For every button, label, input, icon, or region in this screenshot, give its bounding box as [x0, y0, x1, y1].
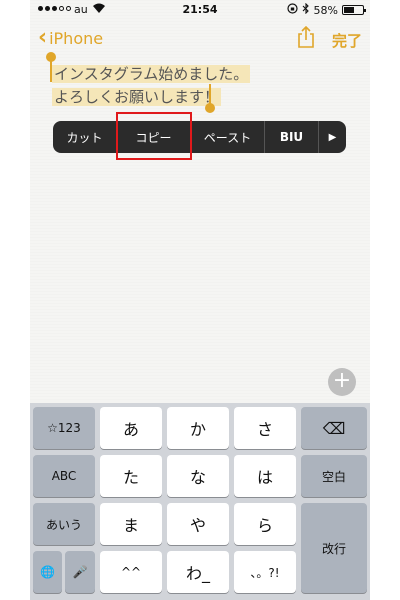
back-button[interactable]: ‹ iPhone: [38, 25, 104, 50]
key-sa[interactable]: さ: [234, 407, 296, 449]
key-hiragana[interactable]: あいう: [33, 503, 95, 545]
orientation-lock-icon: [286, 3, 298, 17]
selection-end-handle[interactable]: [205, 84, 215, 113]
key-return[interactable]: 改行: [301, 503, 367, 593]
done-button[interactable]: 完了: [332, 30, 362, 51]
key-punctuation[interactable]: 、。?!: [234, 551, 296, 593]
status-bar: au 21:54 58%: [30, 0, 370, 20]
share-icon[interactable]: [296, 25, 316, 48]
paste-menu-item[interactable]: ペースト: [191, 121, 265, 153]
globe-icon[interactable]: 🌐: [33, 551, 62, 593]
note-text[interactable]: インスタグラム始めました。 よろしくお願いします！: [52, 63, 251, 109]
key-space[interactable]: 空白: [301, 455, 367, 497]
phone-screen: au 21:54 58% ‹ iPhone 完了 インスタグラム始めました。 よ…: [30, 0, 370, 600]
edit-menu: カット コピー ペースト BIU ▶: [53, 121, 346, 153]
key-numbers[interactable]: ☆123: [33, 407, 95, 449]
note-paper-background: [30, 0, 370, 400]
key-ka[interactable]: か: [167, 407, 229, 449]
key-abc[interactable]: ABC: [33, 455, 95, 497]
key-a[interactable]: あ: [100, 407, 162, 449]
key-ya[interactable]: や: [167, 503, 229, 545]
note-line-2: よろしくお願いします！: [52, 88, 222, 106]
bluetooth-icon: [302, 2, 310, 17]
key-emoticon[interactable]: ^^: [100, 551, 162, 593]
key-na[interactable]: な: [167, 455, 229, 497]
cut-menu-item[interactable]: カット: [53, 121, 117, 153]
key-ha[interactable]: は: [234, 455, 296, 497]
format-menu-item[interactable]: BIU: [265, 121, 319, 153]
battery-percent: 58%: [313, 3, 338, 17]
add-button[interactable]: +: [328, 368, 356, 396]
key-ta[interactable]: た: [100, 455, 162, 497]
japanese-keyboard: ☆123 あ か さ ⌫ ABC た な は 空白 あいう ま や ら 改行 🌐…: [30, 403, 370, 600]
navigation-bar: ‹ iPhone 完了: [30, 22, 370, 56]
chevron-left-icon: ‹: [38, 25, 48, 50]
microphone-icon[interactable]: 🎤: [65, 551, 95, 593]
copy-highlight-annotation: [116, 112, 192, 160]
battery-icon: [342, 5, 366, 15]
delete-icon[interactable]: ⌫: [301, 407, 367, 449]
key-ma[interactable]: ま: [100, 503, 162, 545]
key-wa[interactable]: わ_: [167, 551, 229, 593]
note-line-1: インスタグラム始めました。: [52, 65, 251, 83]
more-menu-arrow[interactable]: ▶: [319, 121, 346, 153]
key-ra[interactable]: ら: [234, 503, 296, 545]
back-button-label: iPhone: [49, 28, 104, 48]
